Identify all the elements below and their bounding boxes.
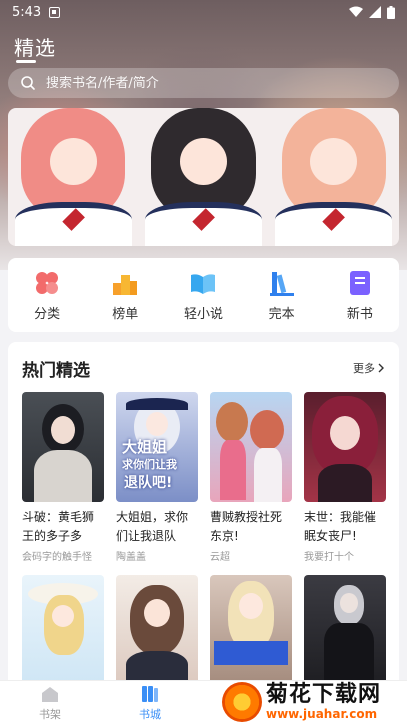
nav-label: 书城 [139,707,161,721]
search-icon [21,76,35,90]
book-card[interactable]: 末世：我能催眠女丧尸! 我要打十个 [304,392,386,563]
cover-title-line: 大姐姐 [122,438,168,456]
banner-character-left [8,108,138,246]
cover-title-line: 求你们让我 [122,458,177,471]
new-book-icon [349,270,370,295]
banner-character-right [269,108,399,246]
cover-title-line: 退队吧! [124,475,173,491]
category-label: 轻小说 [183,306,223,322]
book-card[interactable]: 曹贼教授社死东京! 云超 [210,392,292,563]
book-open-icon [191,273,216,294]
flower-icon [36,271,59,294]
book-author: 我要打十个 [304,552,354,563]
book-cover [22,575,104,682]
battery-icon [387,5,395,19]
book-cover [116,575,198,682]
search-bar[interactable] [8,68,399,98]
book-card[interactable]: 斗破：黄毛狮王的多子多福… 会码字的触手怪 [22,392,104,563]
category-label: 榜单 [112,306,139,322]
book-cover [304,392,386,502]
chevron-right-icon [378,363,384,373]
nav-bookshelf[interactable]: 书架 [0,681,100,725]
banner-carousel[interactable] [8,108,399,246]
bookstore-icon [142,685,158,702]
book-card[interactable] [210,575,292,682]
category-completed[interactable]: 完本 [252,269,312,322]
book-author: 会码字的触手怪 [22,552,92,563]
wifi-icon [349,6,363,17]
hot-picks-section: 热门精选 更多 斗破：黄毛狮王的多子多福… 会码字的触手怪 大姐姐 [8,342,399,682]
book-title: 斗破：黄毛狮王的多子多福… [22,510,95,543]
watermark-title: 菊花下载网 [266,681,382,707]
search-input[interactable] [46,75,366,91]
page-title[interactable]: 精选 [14,32,56,61]
category-new-books[interactable]: 新书 [330,269,390,322]
category-label: 新书 [346,306,373,322]
book-cover: 大姐姐 求你们让我 退队吧! [116,392,198,502]
status-bar: 5:43 [0,0,407,24]
more-label: 更多 [353,362,375,375]
book-card[interactable] [22,575,104,682]
section-title: 热门精选 [22,361,90,381]
category-label: 完本 [268,306,295,322]
status-time: 5:43 [12,4,42,20]
book-title: 曹贼教授社死东京! [210,510,283,543]
tab-indicator [16,60,36,63]
category-label: 分类 [34,306,61,322]
book-cover [210,575,292,682]
signal-icon [369,6,381,18]
book-cover [22,392,104,502]
nav-label: 书架 [39,707,61,721]
site-watermark: 菊花下载网 www.juahar.com [222,678,407,725]
book-author: 陶盖盖 [116,552,146,563]
podium-icon [113,274,138,295]
book-author: 云超 [210,552,230,563]
books-shelf-icon [269,271,294,296]
category-bar: 分类 榜单 轻小说 完本 新书 [8,258,399,332]
book-card[interactable] [116,575,198,682]
category-light-novel[interactable]: 轻小说 [173,269,233,322]
bookshelf-icon [42,686,58,702]
banner-character-middle [138,108,268,246]
app-notification-icon [49,6,61,18]
category-ranking[interactable]: 榜单 [95,269,155,322]
book-title: 末世：我能催眠女丧尸! [304,510,377,543]
book-grid: 斗破：黄毛狮王的多子多福… 会码字的触手怪 大姐姐 求你们让我 退队吧! 大姐姐… [22,392,386,682]
nav-bookstore[interactable]: 书城 [100,681,200,725]
more-link[interactable]: 更多 [353,360,385,376]
book-card[interactable]: 大姐姐 求你们让我 退队吧! 大姐姐，求你们让我退队吧！ 陶盖盖 [116,392,198,563]
book-title: 大姐姐，求你们让我退队吧！ [116,510,189,543]
book-cover [304,575,386,682]
book-card[interactable] [304,575,386,682]
book-cover [210,392,292,502]
watermark-url: www.juahar.com [266,706,378,721]
category-classify[interactable]: 分类 [17,269,77,322]
chrysanthemum-logo-icon [222,681,262,722]
